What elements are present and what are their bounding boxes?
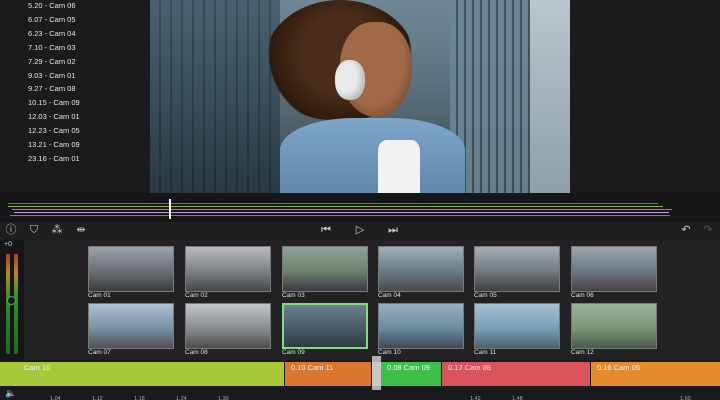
camera-label: Cam 12 — [571, 349, 594, 356]
camera-label: Cam 01 — [88, 292, 111, 299]
camera-thumbnail — [283, 247, 367, 291]
camera-thumbnail — [186, 304, 270, 348]
timeline-ruler — [24, 390, 720, 400]
split-icon[interactable]: ⇹ — [73, 222, 89, 238]
camera-label: Cam 08 — [185, 349, 208, 356]
ruler-tick: 1.30 — [218, 396, 229, 400]
magic-wand-icon[interactable]: ⁂ — [49, 222, 65, 238]
marker-item[interactable]: 7.29 - Cam 02 — [28, 57, 76, 66]
camera-tile-cam-03[interactable] — [282, 246, 368, 292]
camera-label: Cam 05 — [474, 292, 497, 299]
camera-tile-cam-04[interactable] — [378, 246, 464, 292]
audio-meter-right — [14, 254, 18, 354]
camera-thumbnail — [379, 304, 463, 348]
camera-tile-cam-09[interactable] — [282, 303, 368, 349]
camera-label: Cam 06 — [571, 292, 594, 299]
skip-forward-icon[interactable]: ⏭ — [385, 222, 401, 238]
camera-thumbnail — [475, 304, 559, 348]
camera-thumbnail — [89, 247, 173, 291]
marker-icon[interactable]: ⛉ — [26, 222, 42, 238]
overview-track — [10, 215, 670, 216]
camera-label: Cam 09 — [282, 349, 305, 356]
camera-tile-cam-06[interactable] — [571, 246, 657, 292]
marker-item[interactable]: 9.27 - Cam 08 — [28, 84, 76, 93]
ruler-tick: 1.04 — [50, 396, 61, 400]
clip-label: 0.17 Cam 06 — [448, 363, 491, 372]
camera-tile-cam-05[interactable] — [474, 246, 560, 292]
video-viewer[interactable] — [150, 0, 570, 193]
denim-jacket — [280, 118, 465, 193]
camera-label: Cam 04 — [378, 292, 401, 299]
overview-track — [14, 212, 669, 213]
camera-tile-cam-01[interactable] — [88, 246, 174, 292]
ruler-tick: 1.24 — [176, 396, 187, 400]
camera-tile-cam-02[interactable] — [185, 246, 271, 292]
marker-item[interactable]: 6.07 - Cam 05 — [28, 15, 76, 24]
timeline-overview[interactable] — [0, 193, 720, 223]
marker-item[interactable]: 12.03 - Cam 01 — [28, 112, 80, 121]
marker-item[interactable]: 23.16 - Cam 01 — [28, 154, 80, 163]
camera-thumbnail — [572, 304, 656, 348]
camera-label: Cam 03 — [282, 292, 305, 299]
overview-playhead[interactable] — [169, 199, 171, 219]
camera-tile-cam-07[interactable] — [88, 303, 174, 349]
clip-label: 0.08 Cam 09 — [387, 363, 430, 372]
overview-track — [8, 203, 658, 204]
camera-tile-cam-08[interactable] — [185, 303, 271, 349]
undo-icon[interactable]: ↶ — [678, 222, 694, 238]
skip-back-icon[interactable]: ⏮ — [318, 222, 334, 238]
marker-item[interactable]: 7.10 - Cam 03 — [28, 43, 76, 52]
ruler-tick: 1.12 — [92, 396, 103, 400]
meter-level-label: +0 — [4, 241, 12, 248]
camera-thumbnail — [379, 247, 463, 291]
headphone — [335, 60, 365, 100]
camera-thumbnail — [284, 305, 366, 347]
ruler-tick: 1.60 — [680, 396, 691, 400]
ruler-tick: 1.18 — [134, 396, 145, 400]
camera-label: Cam 02 — [185, 292, 208, 299]
overview-track — [8, 206, 663, 207]
building-left — [150, 0, 280, 193]
sky — [530, 0, 570, 193]
marker-item[interactable]: 10.15 - Cam 09 — [28, 98, 80, 107]
camera-label: Cam 11 — [474, 349, 497, 356]
marker-item[interactable]: 9.03 - Cam 01 — [28, 71, 76, 80]
camera-tile-cam-11[interactable] — [474, 303, 560, 349]
white-shirt — [378, 140, 420, 193]
viewer-side-panel — [570, 0, 720, 193]
marker-item[interactable]: 12.23 - Cam 05 — [28, 126, 80, 135]
clip-label: 0.16 Cam 05 — [597, 363, 640, 372]
marker-item[interactable]: 13.21 - Cam 09 — [28, 140, 80, 149]
camera-thumbnail — [572, 247, 656, 291]
clip-label: 0.10 Cam 11 — [291, 363, 334, 372]
clip-label: Cam 10 — [24, 363, 51, 372]
camera-thumbnail — [89, 304, 173, 348]
redo-icon[interactable]: ↷ — [700, 222, 716, 238]
camera-tile-cam-10[interactable] — [378, 303, 464, 349]
camera-thumbnail — [186, 247, 270, 291]
marker-item[interactable]: 6.23 - Cam 04 — [28, 29, 76, 38]
ruler-tick: 1.48 — [512, 396, 523, 400]
ruler-tick: 1.42 — [470, 396, 481, 400]
play-icon[interactable]: ▷ — [352, 222, 368, 238]
camera-thumbnail — [475, 247, 559, 291]
speaker-icon[interactable]: 🔈 — [5, 388, 16, 399]
overview-track — [12, 209, 672, 210]
marker-item[interactable]: 5.20 - Cam 06 — [28, 1, 76, 10]
info-icon[interactable]: ⓘ — [3, 222, 19, 238]
camera-label: Cam 10 — [378, 349, 401, 356]
camera-label: Cam 07 — [88, 349, 111, 356]
camera-tile-cam-12[interactable] — [571, 303, 657, 349]
volume-knob[interactable] — [7, 296, 16, 305]
